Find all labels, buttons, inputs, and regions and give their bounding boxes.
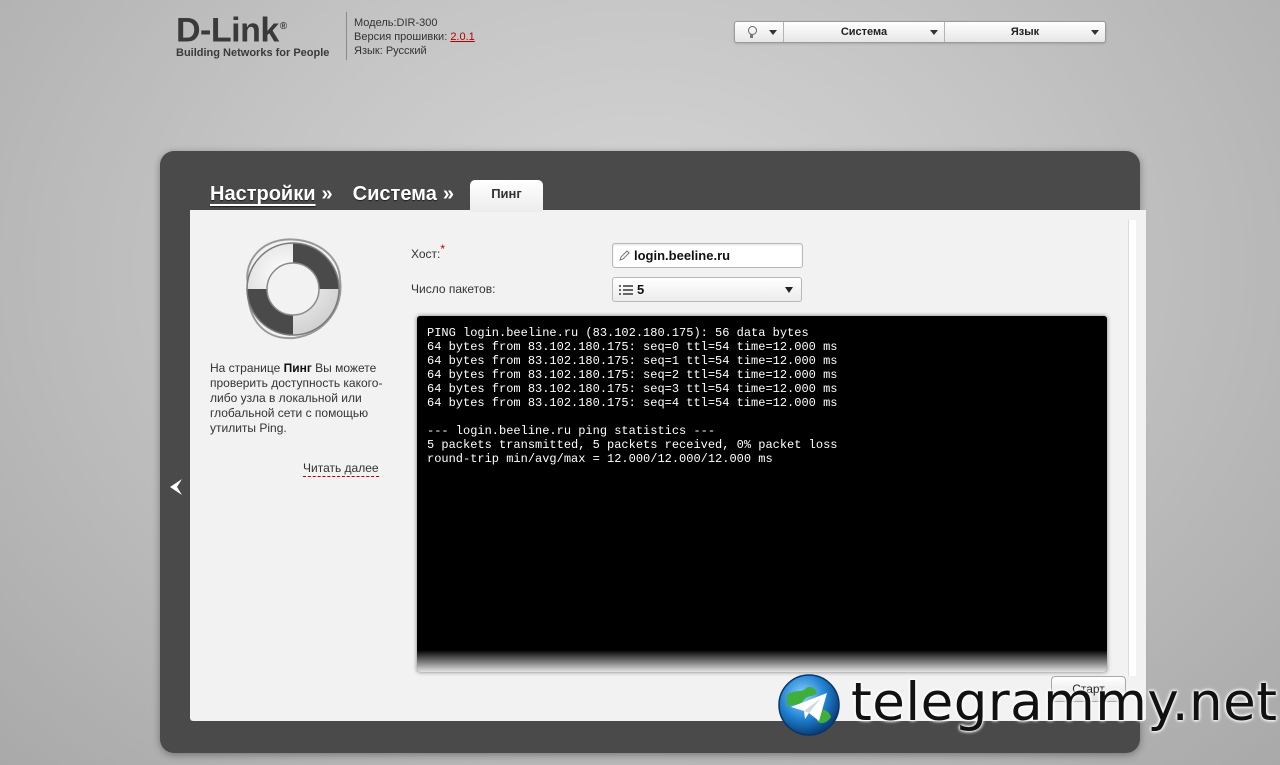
device-info: Модель:DIR-300 Версия прошивки: 2.0.1 Яз…	[354, 16, 475, 58]
chevron-down-icon	[785, 287, 793, 293]
breadcrumb-separator: »	[321, 183, 333, 205]
console-line: 5 packets transmitted, 5 packets receive…	[427, 438, 838, 452]
header-divider	[346, 12, 347, 60]
host-label: Хост:*	[411, 242, 446, 261]
packet-count-value: 5	[637, 282, 645, 297]
logo-tagline: Building Networks for People	[176, 47, 330, 60]
breadcrumb-settings[interactable]: Настройки	[210, 183, 316, 206]
system-menu-label: Система	[840, 26, 888, 38]
console-line: PING login.beeline.ru (83.102.180.175): …	[427, 326, 809, 340]
lifebuoy-icon	[246, 238, 342, 340]
firmware-line: Версия прошивки: 2.0.1	[354, 31, 475, 43]
packet-count-label: Число пакетов:	[411, 282, 496, 296]
chevron-down-icon	[769, 30, 777, 35]
back-arrow-icon[interactable]	[168, 478, 184, 496]
breadcrumb: Настройки » Система »	[210, 183, 474, 206]
host-input-value: login.beeline.ru	[634, 248, 731, 263]
notifications-dropdown[interactable]	[735, 22, 784, 42]
console-line: --- login.beeline.ru ping statistics ---	[427, 424, 716, 438]
language-menu-label: Язык	[1010, 26, 1040, 38]
system-menu-dropdown[interactable]: Система	[784, 22, 945, 42]
ping-output-text: PING login.beeline.ru (83.102.180.175): …	[427, 326, 837, 466]
tab-ping[interactable]: Пинг	[470, 180, 543, 212]
required-marker: *	[440, 242, 446, 256]
panel-scrollbar[interactable]	[1128, 220, 1136, 676]
packet-count-select[interactable]: 5	[612, 277, 802, 302]
host-input[interactable]: login.beeline.ru	[612, 243, 803, 268]
telegram-globe-icon	[778, 674, 840, 736]
top-control-bar: Система Язык	[734, 21, 1106, 43]
console-line: 64 bytes from 83.102.180.175: seq=4 ttl=…	[427, 396, 838, 410]
model-line: Модель:DIR-300	[354, 17, 438, 29]
console-line: 64 bytes from 83.102.180.175: seq=2 ttl=…	[427, 368, 838, 382]
pencil-icon	[619, 250, 630, 261]
console-line: 64 bytes from 83.102.180.175: seq=0 ttl=…	[427, 340, 838, 354]
console-line: 64 bytes from 83.102.180.175: seq=3 ttl=…	[427, 382, 838, 396]
help-description: На странице Пинг Вы можете проверить дос…	[210, 361, 383, 435]
watermark-text: telegrammy.net	[851, 672, 1278, 733]
ping-output-console: PING login.beeline.ru (83.102.180.175): …	[417, 316, 1107, 672]
dlink-logo: D-Link® Building Networks for People	[176, 10, 329, 59]
read-more-link[interactable]: Читать далее	[303, 461, 379, 477]
firmware-version-link[interactable]: 2.0.1	[450, 31, 474, 43]
chevron-down-icon	[1091, 30, 1099, 35]
chevron-down-icon	[930, 30, 938, 35]
breadcrumb-system[interactable]: Система	[353, 183, 437, 206]
language-dropdown[interactable]: Язык	[945, 22, 1105, 42]
lightbulb-icon	[747, 26, 757, 38]
language-line: Язык: Русский	[354, 45, 427, 57]
console-line: 64 bytes from 83.102.180.175: seq=1 ttl=…	[427, 354, 838, 368]
list-icon	[619, 285, 633, 295]
console-line: round-trip min/avg/max = 12.000/12.000/1…	[427, 452, 773, 466]
logo-wordmark: D-Link®	[176, 11, 287, 50]
breadcrumb-separator: »	[442, 183, 454, 205]
